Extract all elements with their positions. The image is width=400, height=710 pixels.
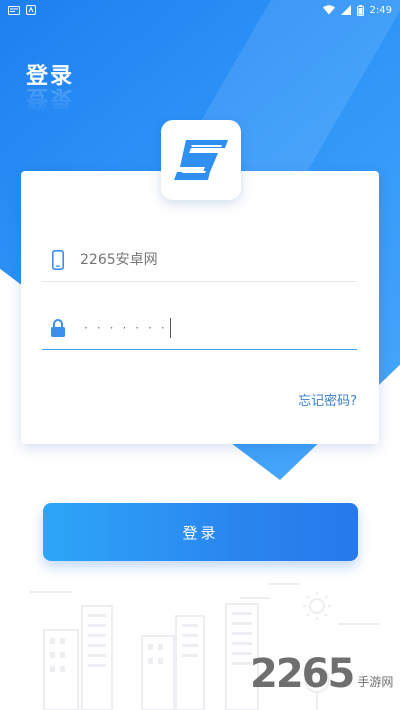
- battery-icon: [356, 4, 364, 16]
- app-logo-icon: [174, 140, 228, 180]
- login-button[interactable]: 登录: [43, 503, 358, 561]
- status-right: 2:49: [322, 4, 392, 16]
- phone-icon: [48, 249, 68, 270]
- page-title-reflection: 登录: [26, 85, 75, 110]
- app-notification-icon: [26, 5, 36, 15]
- username-input[interactable]: [80, 251, 330, 268]
- watermark-number: 2265: [250, 651, 355, 697]
- password-input[interactable]: ·······: [84, 321, 174, 335]
- password-field[interactable]: ·······: [42, 306, 357, 350]
- app-logo: [161, 120, 241, 200]
- forgot-password-link[interactable]: 忘记密码?: [298, 390, 357, 409]
- notification-icon: [8, 5, 20, 15]
- watermark-site: 手游网: [357, 675, 394, 689]
- status-time: 2:49: [369, 4, 392, 16]
- text-cursor: [169, 317, 171, 338]
- site-watermark: 2265 手游网: [250, 654, 393, 694]
- wifi-icon: [322, 5, 335, 15]
- status-left: [8, 5, 36, 15]
- status-bar: 2:49: [0, 0, 400, 20]
- username-field[interactable]: [42, 238, 357, 282]
- lock-icon: [48, 318, 68, 337]
- signal-icon: [340, 5, 351, 15]
